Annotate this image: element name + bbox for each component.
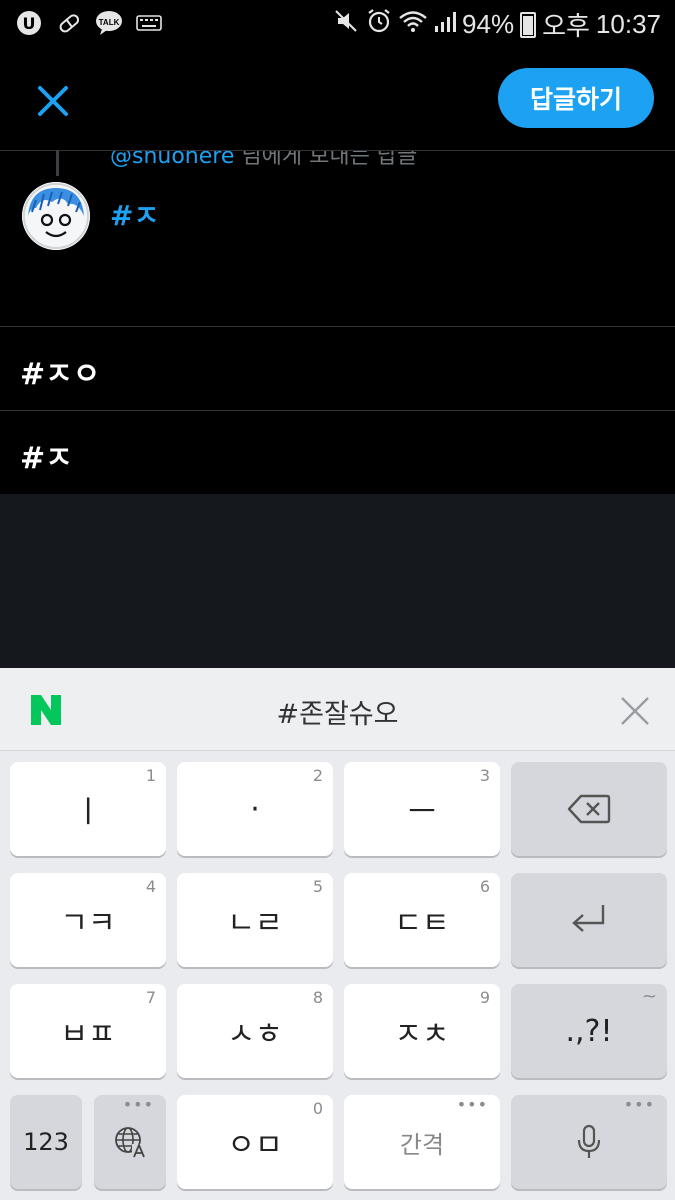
key-label: ㅂㅍ bbox=[60, 1017, 116, 1052]
alarm-icon bbox=[366, 8, 392, 41]
key-number-hint: 4 bbox=[145, 877, 156, 896]
key-label: ㅈㅊ bbox=[394, 1017, 450, 1052]
key-s-h[interactable]: 8 ㅅㅎ bbox=[177, 984, 333, 1078]
wifi-icon bbox=[398, 9, 428, 40]
microphone-icon bbox=[577, 1124, 601, 1158]
close-icon[interactable] bbox=[26, 74, 80, 128]
key-label: ㅣ bbox=[74, 795, 102, 830]
key-tilde-hint: ~ bbox=[641, 986, 657, 1007]
key-label: ㄷㅌ bbox=[394, 906, 450, 941]
key-label: ㅅㅎ bbox=[227, 1017, 283, 1052]
key-number-hint: 7 bbox=[145, 988, 156, 1007]
key-more-hint: ••• bbox=[623, 1095, 655, 1114]
battery-icon bbox=[520, 11, 537, 38]
key-o-m[interactable]: 0 ㅇㅁ bbox=[177, 1095, 333, 1189]
signal-icon bbox=[434, 9, 457, 40]
pill-icon bbox=[54, 8, 84, 38]
key-n-r[interactable]: 5 ㄴㄹ bbox=[177, 873, 333, 967]
space-key[interactable]: ••• 간격 bbox=[344, 1095, 500, 1189]
keyboard-icon bbox=[134, 8, 164, 38]
uplus-icon: U bbox=[14, 8, 44, 38]
hashtag-suggestion[interactable]: #ㅈㅇ bbox=[0, 327, 675, 411]
thread-line bbox=[56, 150, 59, 176]
key-vowel-eu[interactable]: 3 ㅡ bbox=[344, 762, 500, 856]
compose-input[interactable]: #ㅈ bbox=[110, 194, 159, 234]
header-layer: 답글하기 bbox=[0, 46, 675, 150]
numbers-key[interactable]: 123 bbox=[10, 1095, 82, 1189]
avatar[interactable] bbox=[22, 182, 90, 250]
key-label: 123 bbox=[23, 1128, 69, 1156]
backspace-icon bbox=[567, 794, 611, 824]
keyboard-suggestion-bar: #존잘슈오 bbox=[0, 668, 675, 751]
enter-key[interactable] bbox=[511, 873, 667, 967]
mute-icon bbox=[334, 9, 360, 40]
key-b-p[interactable]: 7 ㅂㅍ bbox=[10, 984, 166, 1078]
key-g-k[interactable]: 4 ㄱㅋ bbox=[10, 873, 166, 967]
key-number-hint: 0 bbox=[312, 1099, 323, 1118]
key-label: ㄱㅋ bbox=[60, 906, 116, 941]
globe-icon bbox=[115, 1127, 146, 1158]
key-label: · bbox=[250, 791, 260, 827]
hashtag-suggestion[interactable]: #ㅈ bbox=[0, 411, 675, 494]
key-number-hint: 6 bbox=[479, 877, 490, 896]
key-number-hint: 9 bbox=[479, 988, 490, 1007]
reply-button[interactable]: 답글하기 bbox=[498, 68, 654, 128]
close-suggestion-icon[interactable] bbox=[618, 694, 652, 728]
battery-percent: 94% bbox=[462, 9, 515, 39]
clock-ampm: 오후 bbox=[542, 11, 590, 41]
backspace-key[interactable] bbox=[511, 762, 667, 856]
status-bar: U TALK 94% 오후 10:37 bbox=[0, 0, 675, 46]
key-number-hint: 2 bbox=[312, 766, 323, 785]
key-dot[interactable]: 2 · bbox=[177, 762, 333, 856]
empty-area bbox=[0, 494, 675, 668]
key-number-hint: 1 bbox=[145, 766, 156, 785]
key-j-ch[interactable]: 9 ㅈㅊ bbox=[344, 984, 500, 1078]
keyboard-suggestion-word[interactable]: #존잘슈오 bbox=[0, 692, 675, 731]
svg-text:U: U bbox=[23, 14, 36, 33]
hashtag-suggestion-label: #ㅈㅇ bbox=[20, 357, 101, 392]
clock-time: 10:37 bbox=[595, 9, 661, 39]
voice-input-key[interactable]: ••• bbox=[511, 1095, 667, 1189]
enter-icon bbox=[572, 905, 605, 932]
hashtag-suggestion-label: #ㅈ bbox=[20, 441, 73, 476]
keyboard: #존잘슈오 1 ㅣ 2 · 3 ㅡ 4 ㄱㅋ 5 ㄴㄹ 6 ㄷㅌ 7 ㅂㅍ 8 bbox=[0, 668, 675, 1200]
key-more-hint: ••• bbox=[456, 1095, 488, 1114]
key-number-hint: 8 bbox=[312, 988, 323, 1007]
key-vowel-i[interactable]: 1 ㅣ bbox=[10, 762, 166, 856]
key-number-hint: 3 bbox=[479, 766, 490, 785]
key-more-hint: ••• bbox=[122, 1095, 154, 1114]
punctuation-key[interactable]: ~ .,?! bbox=[511, 984, 667, 1078]
language-key[interactable]: ••• bbox=[94, 1095, 166, 1189]
key-number-hint: 5 bbox=[312, 877, 323, 896]
key-label: ㅇㅁ bbox=[227, 1128, 283, 1163]
svg-text:TALK: TALK bbox=[99, 18, 120, 27]
key-d-t[interactable]: 6 ㄷㅌ bbox=[344, 873, 500, 967]
key-label: ㄴㄹ bbox=[227, 906, 283, 941]
key-label: .,?! bbox=[565, 1013, 613, 1049]
compose-area: #ㅈ bbox=[0, 150, 675, 328]
kakaotalk-icon: TALK bbox=[94, 8, 124, 38]
key-label: ㅡ bbox=[408, 795, 436, 830]
key-label: 간격 bbox=[399, 1130, 445, 1159]
